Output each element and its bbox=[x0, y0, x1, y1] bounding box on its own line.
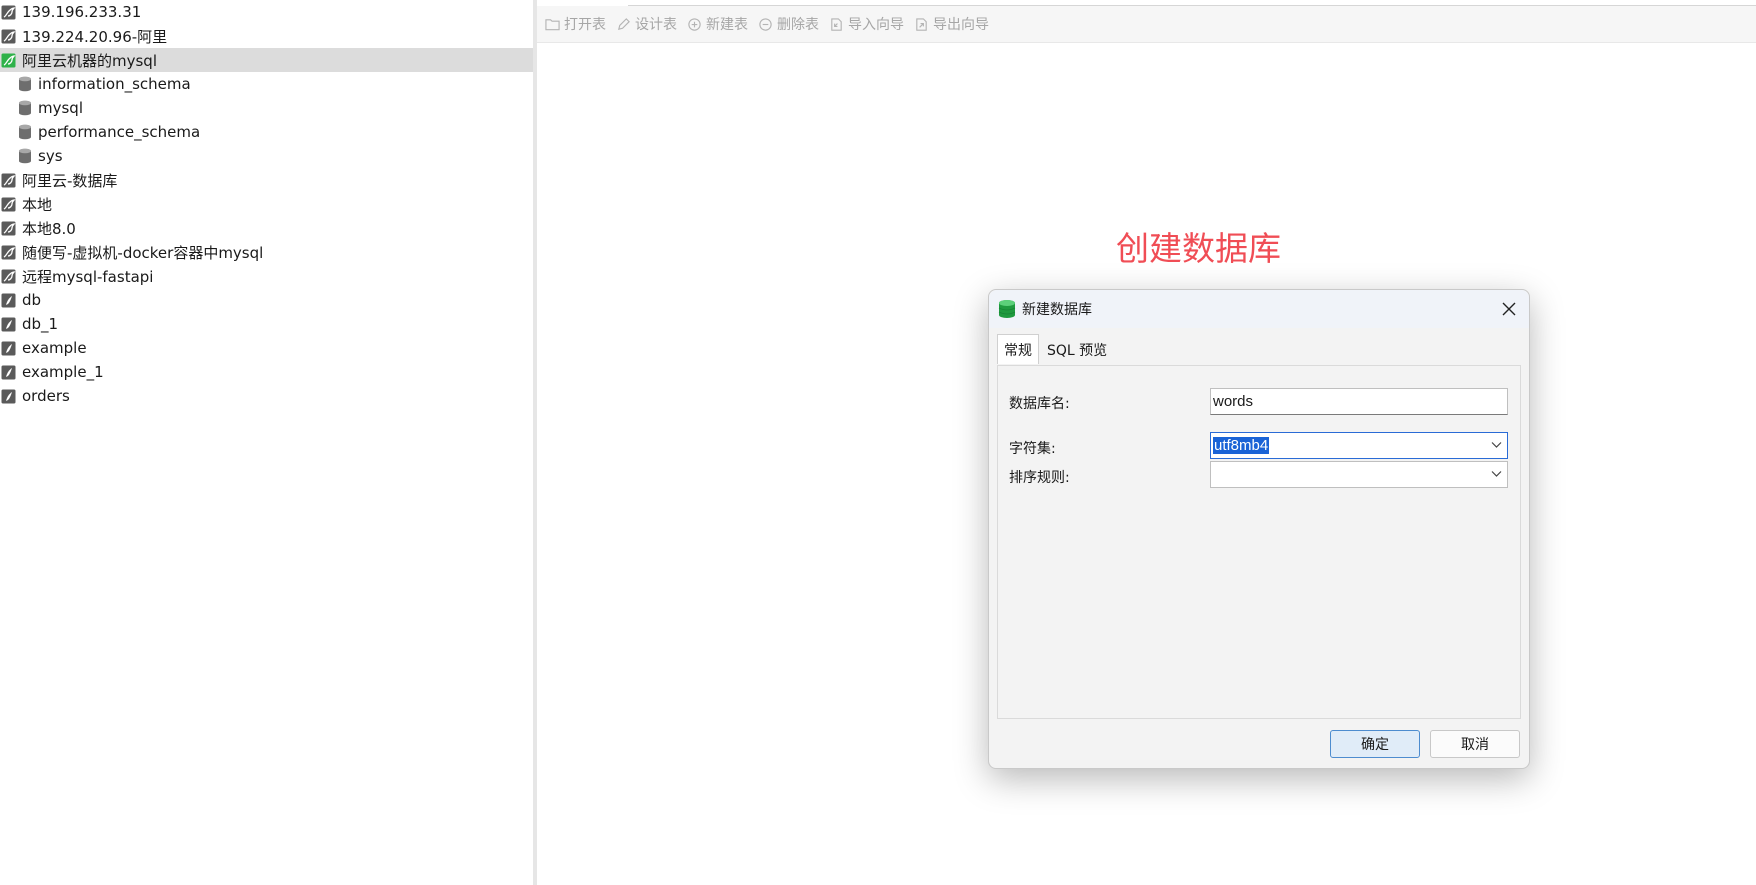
dialog-titlebar: 新建数据库 bbox=[989, 290, 1529, 328]
open-table-label: 打开表 bbox=[564, 17, 606, 33]
database-green-icon bbox=[998, 300, 1016, 318]
tree-item-label: db_1 bbox=[22, 315, 59, 333]
export-wizard-label: 导出向导 bbox=[933, 17, 989, 33]
tree-item-connection[interactable]: db_1 bbox=[0, 312, 533, 336]
tree-item-label: performance_schema bbox=[38, 123, 201, 141]
navigation-tree: 139.196.233.31 139.224.20.96-阿里 阿里云机器的mysq… bbox=[0, 0, 537, 885]
design-table-label: 设计表 bbox=[635, 17, 677, 33]
mysql-connection-icon bbox=[1, 173, 16, 188]
tree-item-connection[interactable]: 本地 bbox=[0, 192, 533, 216]
tree-item-database[interactable]: sys bbox=[0, 144, 533, 168]
open-table-button[interactable]: 打开表 bbox=[545, 14, 606, 34]
tree-item-connection[interactable]: 本地8.0 bbox=[0, 216, 533, 240]
mysql-connection-open-icon bbox=[1, 53, 16, 68]
tree-item-label: orders bbox=[22, 387, 70, 405]
tree-item-label: information_schema bbox=[38, 75, 191, 93]
tree-item-label: 139.196.233.31 bbox=[22, 3, 142, 21]
new-database-dialog: 新建数据库 常规 SQL 预览 数据库名: words 字符集: utf8mb4… bbox=[988, 289, 1530, 769]
delete-table-label: 删除表 bbox=[777, 17, 819, 33]
new-table-label: 新建表 bbox=[706, 17, 748, 33]
mysql-connection-icon bbox=[1, 269, 16, 284]
tree-item-connection[interactable]: 139.224.20.96-阿里 bbox=[0, 24, 533, 48]
export-wizard-button[interactable]: 导出向导 bbox=[914, 14, 989, 34]
tab-sql-preview[interactable]: SQL 预览 bbox=[1041, 337, 1113, 363]
mysql-connection-icon bbox=[1, 245, 16, 260]
database-icon bbox=[18, 100, 32, 116]
tree-item-label: 阿里云机器的mysql bbox=[22, 51, 157, 70]
tree-item-connection[interactable]: example_1 bbox=[0, 360, 533, 384]
database-icon bbox=[18, 76, 32, 92]
close-icon bbox=[1502, 302, 1516, 316]
tree-item-connection[interactable]: db bbox=[0, 288, 533, 312]
tree-item-label: db bbox=[22, 291, 42, 309]
sqlite-connection-icon bbox=[1, 365, 16, 380]
db-name-label: 数据库名: bbox=[1009, 396, 1070, 412]
db-name-value: words bbox=[1213, 393, 1254, 410]
sqlite-connection-icon bbox=[1, 389, 16, 404]
sqlite-connection-icon bbox=[1, 317, 16, 332]
delete-table-button[interactable]: 删除表 bbox=[758, 14, 819, 34]
tree-item-label: example bbox=[22, 339, 87, 357]
tree-item-database[interactable]: performance_schema bbox=[0, 120, 533, 144]
tree-item-database[interactable]: information_schema bbox=[0, 72, 533, 96]
tree-item-label: 阿里云-数据库 bbox=[22, 171, 118, 190]
import-wizard-label: 导入向导 bbox=[848, 17, 904, 33]
sqlite-connection-icon bbox=[1, 341, 16, 356]
tab-general[interactable]: 常规 bbox=[997, 334, 1039, 364]
sqlite-connection-icon bbox=[1, 293, 16, 308]
tree-item-connection[interactable]: 阿里云机器的mysql bbox=[0, 48, 533, 72]
import-wizard-button[interactable]: 导入向导 bbox=[829, 14, 904, 34]
design-table-button[interactable]: 设计表 bbox=[616, 14, 677, 34]
charset-select[interactable]: utf8mb4 bbox=[1210, 432, 1508, 459]
tree-item-label: 本地8.0 bbox=[22, 219, 76, 238]
folder-open-icon bbox=[545, 18, 560, 30]
mysql-connection-icon bbox=[1, 29, 16, 44]
export-icon bbox=[916, 17, 927, 31]
chevron-down-icon bbox=[1491, 471, 1502, 477]
tree-item-connection[interactable]: 阿里云-数据库 bbox=[0, 168, 533, 192]
object-toolbar: 打开表 设计表 新建表 删除表 导入向导 导出向导 bbox=[537, 6, 1756, 43]
dialog-title: 新建数据库 bbox=[1022, 302, 1092, 318]
close-button[interactable] bbox=[1497, 297, 1521, 321]
collation-label: 排序规则: bbox=[1009, 470, 1070, 486]
tree-item-connection[interactable]: 139.196.233.31 bbox=[0, 0, 533, 24]
tree-item-label: 远程mysql-fastapi bbox=[22, 267, 154, 286]
ok-button[interactable]: 确定 bbox=[1330, 730, 1420, 758]
charset-label: 字符集: bbox=[1009, 441, 1056, 457]
tree-item-connection[interactable]: orders bbox=[0, 384, 533, 408]
tree-item-connection[interactable]: 随便写-虚拟机-docker容器中mysql bbox=[0, 240, 533, 264]
general-tab-panel: 数据库名: words 字符集: utf8mb4 排序规则: bbox=[997, 365, 1521, 719]
minus-circle-icon bbox=[759, 17, 772, 31]
database-icon bbox=[18, 124, 32, 140]
database-icon bbox=[18, 148, 32, 164]
plus-circle-icon bbox=[688, 17, 701, 31]
tree-item-label: 本地 bbox=[22, 195, 53, 214]
mysql-connection-icon bbox=[1, 221, 16, 236]
db-name-input[interactable]: words bbox=[1210, 388, 1508, 415]
tree-item-label: sys bbox=[38, 147, 63, 165]
mysql-connection-icon bbox=[1, 5, 16, 20]
chevron-down-icon bbox=[1491, 442, 1502, 448]
tree-item-label: mysql bbox=[38, 99, 83, 117]
tree-item-connection[interactable]: example bbox=[0, 336, 533, 360]
new-table-button[interactable]: 新建表 bbox=[687, 14, 748, 34]
charset-value: utf8mb4 bbox=[1213, 437, 1270, 454]
tree-item-label: example_1 bbox=[22, 363, 104, 381]
dialog-tab-bar: 常规 SQL 预览 bbox=[997, 334, 1115, 365]
tree-item-connection[interactable]: 远程mysql-fastapi bbox=[0, 264, 533, 288]
collation-select[interactable] bbox=[1210, 461, 1508, 488]
cancel-button[interactable]: 取消 bbox=[1430, 730, 1520, 758]
import-icon bbox=[831, 17, 842, 31]
mysql-connection-icon bbox=[1, 197, 16, 212]
tree-item-label: 随便写-虚拟机-docker容器中mysql bbox=[22, 243, 264, 262]
tree-item-database[interactable]: mysql bbox=[0, 96, 533, 120]
annotation-label: 创建数据库 bbox=[1116, 229, 1281, 268]
tree-item-label: 139.224.20.96-阿里 bbox=[22, 27, 168, 46]
pencil-icon bbox=[618, 17, 630, 30]
